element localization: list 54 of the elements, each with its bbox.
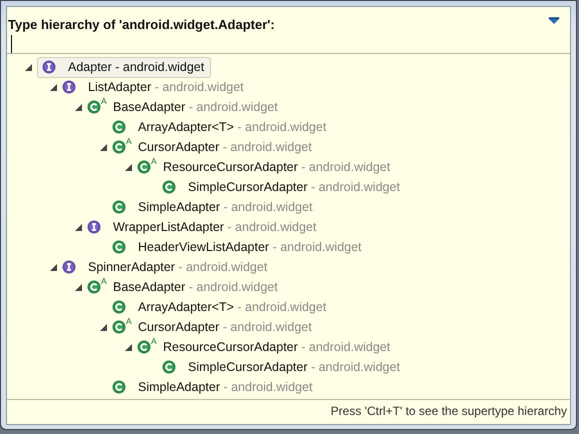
tree-item[interactable]: SpinnerAdapter - android.widget — [88, 258, 268, 277]
class-icon — [112, 200, 126, 214]
class-icon — [112, 380, 126, 394]
expand-toggle-icon[interactable] — [100, 324, 106, 331]
interface-icon — [62, 260, 76, 274]
class-icon — [162, 360, 176, 374]
class-icon — [162, 180, 176, 194]
tree-item[interactable]: ArrayAdapter<T> - android.widget — [138, 298, 326, 317]
tree-item[interactable]: SimpleCursorAdapter - android.widget — [188, 178, 400, 197]
expand-toggle-icon[interactable] — [124, 344, 132, 351]
abstract-mark: A — [151, 337, 157, 346]
tree-item[interactable]: BaseAdapter - android.widget — [113, 98, 278, 117]
class-icon — [112, 320, 126, 334]
expand-toggle-icon[interactable] — [74, 104, 82, 111]
tree-item[interactable]: SimpleAdapter - android.widget — [138, 378, 312, 397]
expand-toggle-icon[interactable] — [74, 284, 82, 291]
class-icon — [112, 300, 126, 314]
tree-item[interactable]: ListAdapter - android.widget — [88, 78, 244, 97]
class-icon — [112, 140, 126, 154]
expand-toggle-icon[interactable] — [50, 84, 56, 91]
tree-item[interactable]: CursorAdapter - android.widget — [138, 138, 312, 157]
expand-toggle-icon[interactable] — [74, 224, 82, 231]
status-hint: Press 'Ctrl+T' to see the supertype hierarchy — [330, 404, 567, 418]
dialog-title: Type hierarchy of 'android.widget.Adapter': — [8, 17, 275, 32]
abstract-mark: A — [101, 277, 107, 286]
abstract-mark: A — [151, 157, 157, 166]
tree-item[interactable]: BaseAdapter - android.widget — [113, 278, 278, 297]
abstract-mark: A — [126, 137, 132, 146]
class-icon — [137, 160, 151, 174]
abstract-mark: A — [101, 97, 107, 106]
expand-toggle-icon[interactable] — [100, 144, 106, 151]
tree-item[interactable]: ResourceCursorAdapter - android.widget — [163, 158, 390, 177]
interface-icon — [42, 60, 56, 74]
class-icon — [137, 340, 151, 354]
expand-toggle-icon[interactable] — [50, 264, 56, 271]
class-icon — [112, 120, 126, 134]
class-icon — [87, 100, 101, 114]
expand-toggle-icon[interactable] — [24, 64, 32, 71]
tree-item[interactable]: ResourceCursorAdapter - android.widget — [163, 338, 390, 357]
tree-item[interactable]: SimpleCursorAdapter - android.widget — [188, 358, 400, 377]
tree-item[interactable]: CursorAdapter - android.widget — [138, 318, 312, 337]
expand-toggle-icon[interactable] — [124, 164, 132, 171]
selected-tree-row[interactable]: Adapter - android.widget — [37, 56, 212, 78]
tree-item[interactable]: ArrayAdapter<T> - android.widget — [138, 118, 326, 137]
tree-item-label[interactable]: Adapter - android.widget — [68, 58, 204, 77]
class-icon — [87, 280, 101, 294]
class-icon — [112, 240, 126, 254]
menu-icon[interactable] — [548, 17, 560, 25]
tree-item[interactable]: WrapperListAdapter - android.widget — [113, 218, 316, 237]
interface-icon — [62, 80, 76, 94]
abstract-mark: A — [126, 317, 132, 326]
interface-icon — [87, 220, 101, 234]
tree-item[interactable]: SimpleAdapter - android.widget — [138, 198, 312, 217]
tree-item[interactable]: HeaderViewListAdapter - android.widget — [138, 238, 362, 257]
